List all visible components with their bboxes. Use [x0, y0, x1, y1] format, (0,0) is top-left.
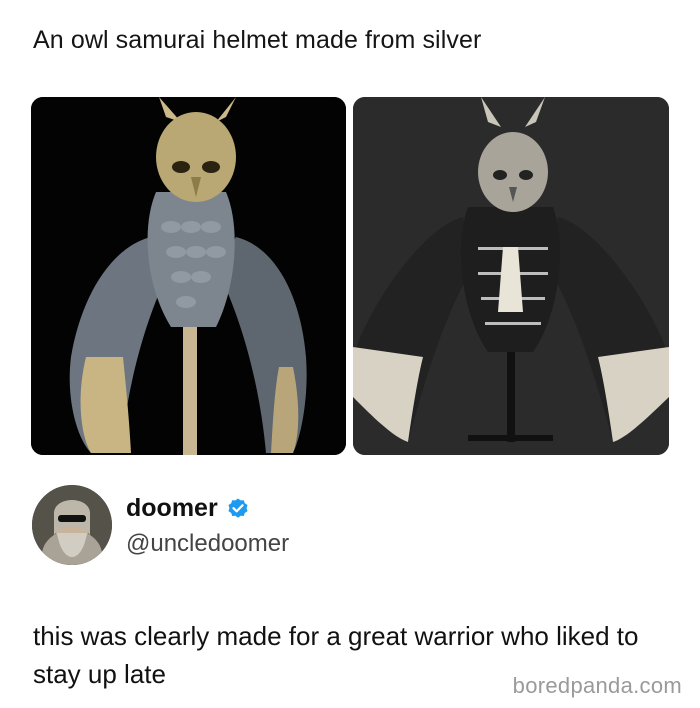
owl-helmet-photo-left[interactable] — [31, 97, 346, 455]
verified-check-icon — [228, 498, 248, 518]
owl-helmet-illustration-left — [31, 97, 346, 455]
post-title: An owl samurai helmet made from silver — [33, 26, 482, 54]
avatar-image — [32, 485, 112, 565]
owl-helmet-illustration-right — [353, 97, 669, 455]
display-name[interactable]: doomer — [126, 494, 218, 523]
owl-helmet-photo-right[interactable] — [353, 97, 669, 455]
user-handle[interactable]: @uncledoomer — [126, 530, 289, 558]
watermark: boredpanda.com — [512, 673, 682, 698]
tweet-author: doomer — [126, 494, 250, 523]
avatar[interactable] — [32, 485, 112, 565]
